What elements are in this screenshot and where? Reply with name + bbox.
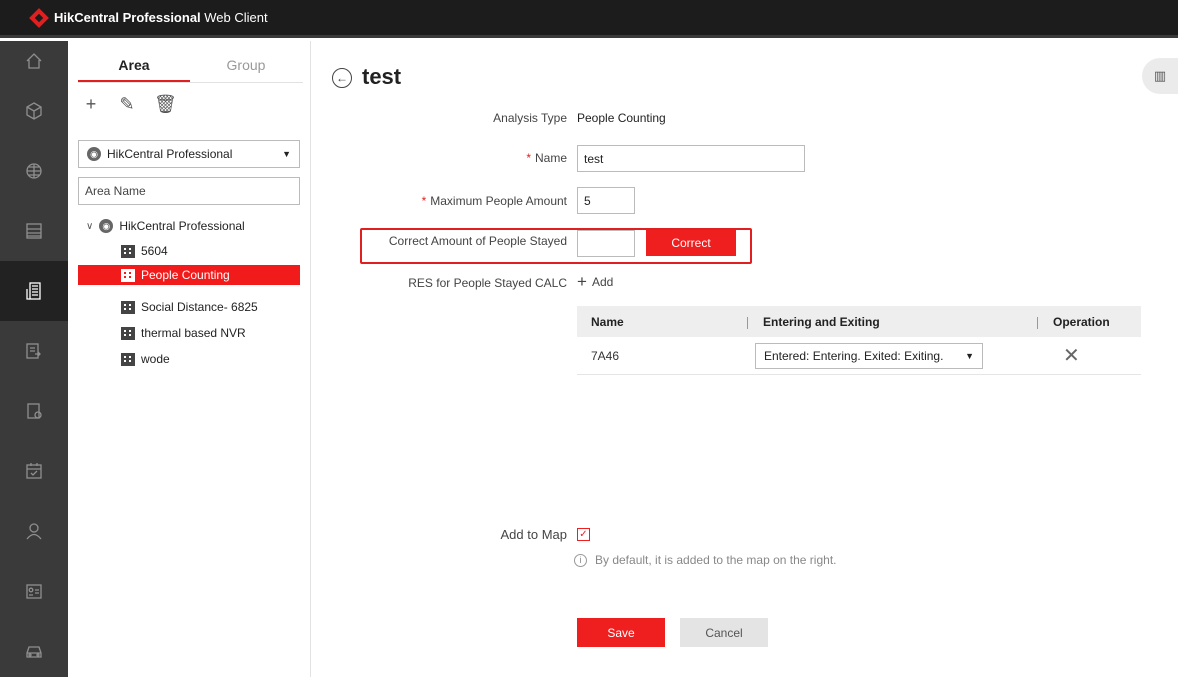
res-table: Name Entering and Exiting Operation 7A46… bbox=[577, 306, 1141, 375]
add-icon[interactable]: + bbox=[82, 95, 100, 113]
edit-icon[interactable]: ✎ bbox=[118, 95, 136, 113]
building-icon[interactable] bbox=[0, 261, 68, 321]
res-label: RES for People Stayed CALC bbox=[408, 276, 567, 290]
column-header-operation: Operation bbox=[1037, 315, 1141, 329]
building-icon bbox=[121, 244, 135, 258]
tree-item-label: Social Distance- 6825 bbox=[141, 300, 258, 314]
map-toggle-button[interactable]: ▥ bbox=[1142, 58, 1178, 94]
map-hint: i By default, it is added to the map on … bbox=[574, 553, 836, 567]
required-mark: * bbox=[421, 194, 427, 208]
building-icon bbox=[121, 300, 135, 314]
tree-item-people-counting[interactable]: People Counting bbox=[78, 265, 300, 285]
id-card-icon[interactable] bbox=[0, 561, 68, 621]
hikvision-logo-icon bbox=[29, 7, 49, 28]
left-icon-rail bbox=[0, 41, 68, 677]
delete-icon[interactable]: 🗑 bbox=[154, 95, 177, 113]
entering-exiting-value: Entered: Entering. Exited: Exiting. bbox=[764, 348, 944, 363]
tree-item-wode[interactable]: wode bbox=[78, 349, 300, 369]
building-icon bbox=[121, 268, 135, 282]
name-label: * Name bbox=[526, 151, 567, 165]
building-icon bbox=[121, 326, 135, 340]
globe-icon: ◉ bbox=[87, 147, 101, 161]
correct-button[interactable]: Correct bbox=[646, 230, 736, 256]
entering-exiting-select[interactable]: Entered: Entering. Exited: Exiting. ▼ bbox=[755, 342, 983, 369]
person-icon[interactable] bbox=[0, 501, 68, 561]
max-people-label: * Maximum People Amount bbox=[421, 194, 567, 208]
globe-icon: ◉ bbox=[99, 219, 114, 233]
map-icon: ▥ bbox=[1153, 68, 1167, 83]
server-icon[interactable] bbox=[0, 201, 68, 261]
tree-item-label: thermal based NVR bbox=[141, 326, 246, 340]
building-icon bbox=[121, 352, 135, 366]
page-title: test bbox=[362, 64, 402, 89]
tree-root-label: HikCentral Professional bbox=[119, 219, 245, 233]
tree-item-label: wode bbox=[141, 352, 170, 366]
tree-item-social-distance[interactable]: Social Distance- 6825 bbox=[78, 297, 300, 317]
tree-root-node[interactable]: ∨ ◉ HikCentral Professional bbox=[86, 219, 245, 233]
device-report-icon[interactable] bbox=[0, 381, 68, 441]
table-header: Name Entering and Exiting Operation bbox=[577, 306, 1141, 337]
tree-toolbar: + ✎ 🗑 bbox=[82, 95, 177, 113]
correct-amount-label: Correct Amount of People Stayed bbox=[388, 234, 567, 248]
arrow-left-icon: ← bbox=[336, 71, 348, 85]
row-name: 7A46 bbox=[591, 348, 620, 363]
title-bar: HikCentral Professional Web Client bbox=[0, 0, 1178, 38]
calendar-icon[interactable] bbox=[0, 441, 68, 501]
cancel-button[interactable]: Cancel bbox=[680, 618, 768, 647]
add-to-map-label: Add to Map bbox=[500, 527, 568, 542]
globe-icon[interactable] bbox=[0, 141, 68, 201]
add-to-map-checkbox[interactable]: ✓ bbox=[577, 528, 590, 541]
site-select[interactable]: ◉ HikCentral Professional ▼ bbox=[78, 140, 300, 168]
vehicle-icon[interactable] bbox=[0, 621, 68, 677]
analysis-type-value: People Counting bbox=[577, 111, 666, 125]
column-header-name: Name bbox=[591, 314, 624, 329]
required-mark: * bbox=[526, 151, 531, 165]
area-tree-panel: Area Group + ✎ 🗑 ◉ HikCentral Profession… bbox=[68, 41, 311, 677]
correct-amount-field[interactable] bbox=[577, 230, 635, 257]
app-title: HikCentral Professional Web Client bbox=[54, 10, 268, 25]
tree-item-5604[interactable]: 5604 bbox=[78, 241, 300, 261]
cube-icon[interactable] bbox=[0, 81, 68, 141]
delete-row-icon[interactable]: ✕ bbox=[1063, 345, 1080, 367]
save-button[interactable]: Save bbox=[577, 618, 665, 647]
tree-item-label: 5604 bbox=[141, 244, 168, 258]
back-button[interactable]: ← bbox=[332, 68, 352, 88]
plus-icon: + bbox=[577, 272, 587, 291]
home-icon[interactable] bbox=[0, 41, 68, 81]
tree-item-thermal-nvr[interactable]: thermal based NVR bbox=[78, 323, 300, 343]
analysis-type-label: Analysis Type bbox=[493, 111, 567, 125]
add-res-button[interactable]: + Add bbox=[577, 272, 613, 291]
chevron-down-icon: ▼ bbox=[965, 350, 974, 361]
max-people-field[interactable] bbox=[577, 187, 635, 214]
area-search-input[interactable] bbox=[78, 177, 300, 205]
tab-area[interactable]: Area bbox=[78, 57, 190, 82]
column-header-entering: Entering and Exiting bbox=[747, 315, 1037, 329]
area-group-tabs: Area Group bbox=[78, 57, 303, 83]
site-select-value: HikCentral Professional bbox=[107, 147, 233, 161]
table-row: 7A46 Entered: Entering. Exited: Exiting.… bbox=[577, 337, 1141, 375]
tab-group[interactable]: Group bbox=[190, 57, 302, 82]
tree-item-label: People Counting bbox=[141, 268, 230, 282]
info-icon: i bbox=[574, 553, 587, 567]
chevron-down-icon[interactable]: ∨ bbox=[86, 221, 93, 232]
event-icon[interactable] bbox=[0, 321, 68, 381]
chevron-down-icon: ▼ bbox=[282, 149, 291, 159]
name-field[interactable] bbox=[577, 145, 805, 172]
